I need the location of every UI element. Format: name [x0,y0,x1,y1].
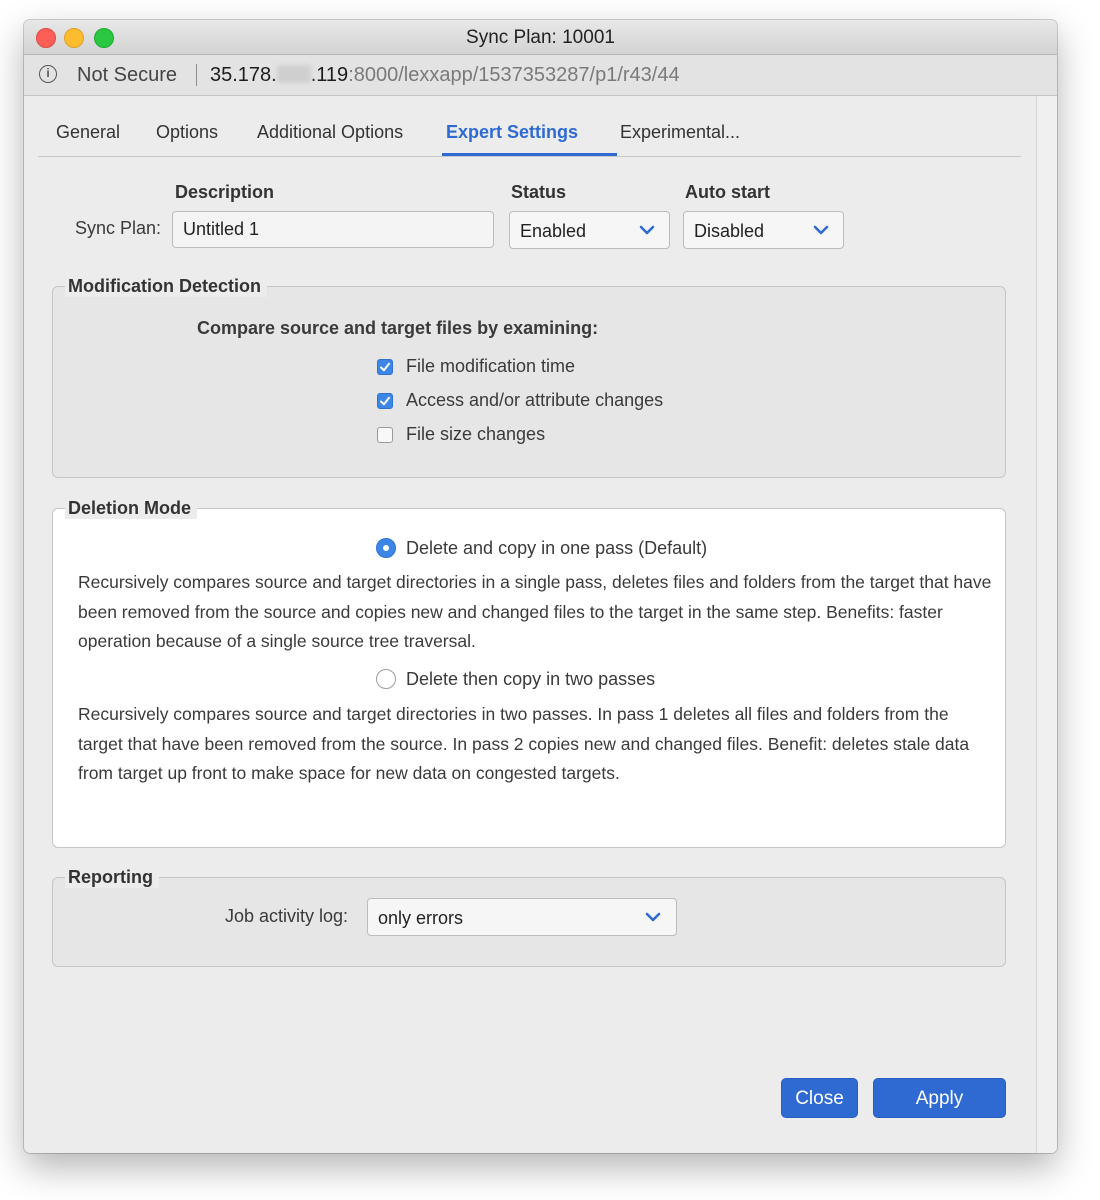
chevron-down-icon [813,225,829,235]
tab-bar: General Options Additional Options Exper… [38,96,1021,157]
title-bar: Sync Plan: 10001 [24,20,1057,55]
checkmark-icon [380,396,390,406]
file-modification-time-label: File modification time [406,356,576,376]
deletion-mode-group: Deletion Mode Delete and copy in one pas… [52,497,1006,848]
access-attribute-changes-checkbox[interactable] [377,393,393,409]
active-tab-indicator [442,153,617,156]
description-input[interactable] [172,211,494,248]
status-select[interactable]: Enabled [509,211,670,249]
close-button[interactable]: Close [781,1078,858,1118]
dialog-window: Sync Plan: 10001 i Not Secure 35.178. .11… [24,20,1057,1153]
autostart-select-value: Disabled [694,221,765,241]
file-size-changes-label: File size changes [406,424,546,444]
file-size-changes-checkbox[interactable] [377,427,393,443]
vertical-scrollbar[interactable] [1036,96,1057,1153]
url-text[interactable]: 35.178. .119:8000/lexxapp/1537353287/p1/r… [210,55,680,95]
chevron-down-icon [639,225,655,235]
security-label: Not Secure [77,64,178,86]
address-divider [196,64,197,86]
job-activity-log-select[interactable]: only errors [367,898,677,936]
sync-plan-label: Sync Plan: [75,218,162,238]
deletion-mode-title: Deletion Mode [65,497,198,519]
one-pass-radio[interactable] [376,538,396,558]
modification-detection-group: Modification Detection Compare source an… [52,275,1006,478]
description-header: Description [175,182,275,202]
info-icon[interactable]: i [39,65,57,83]
file-modification-time-checkbox[interactable] [377,359,393,375]
status-select-value: Enabled [520,221,587,241]
two-pass-radio[interactable] [376,669,396,689]
job-activity-log-label: Job activity log: [225,906,349,926]
autostart-select[interactable]: Disabled [683,211,844,249]
one-pass-label: Delete and copy in one pass (Default) [406,538,708,558]
chevron-down-icon [645,912,661,922]
job-activity-log-value: only errors [378,908,464,928]
modification-detection-title: Modification Detection [65,275,267,297]
status-header: Status [511,182,567,202]
redacted-ip-segment [276,65,311,83]
two-pass-label: Delete then copy in two passes [406,669,656,689]
compare-prompt: Compare source and target files by exami… [197,318,599,338]
apply-button[interactable]: Apply [873,1078,1006,1118]
access-attribute-changes-label: Access and/or attribute changes [406,390,664,410]
one-pass-description: Recursively compares source and target d… [78,572,992,651]
window-title: Sync Plan: 10001 [466,27,615,48]
reporting-title: Reporting [65,866,159,888]
checkmark-icon [380,362,390,372]
tab-additional-options[interactable]: Additional Options [257,122,403,143]
address-bar[interactable]: i Not Secure 35.178. .119:8000/lexxapp/15… [24,55,1057,96]
reporting-group: Reporting Job activity log: only errors [52,866,1006,967]
tab-experimental[interactable]: Experimental... [620,122,740,143]
tab-expert-settings[interactable]: Expert Settings [446,122,578,143]
autostart-header: Auto start [685,182,770,202]
tab-general[interactable]: General [56,122,120,143]
tab-options[interactable]: Options [156,122,218,143]
two-pass-description: Recursively compares source and target d… [78,704,970,783]
